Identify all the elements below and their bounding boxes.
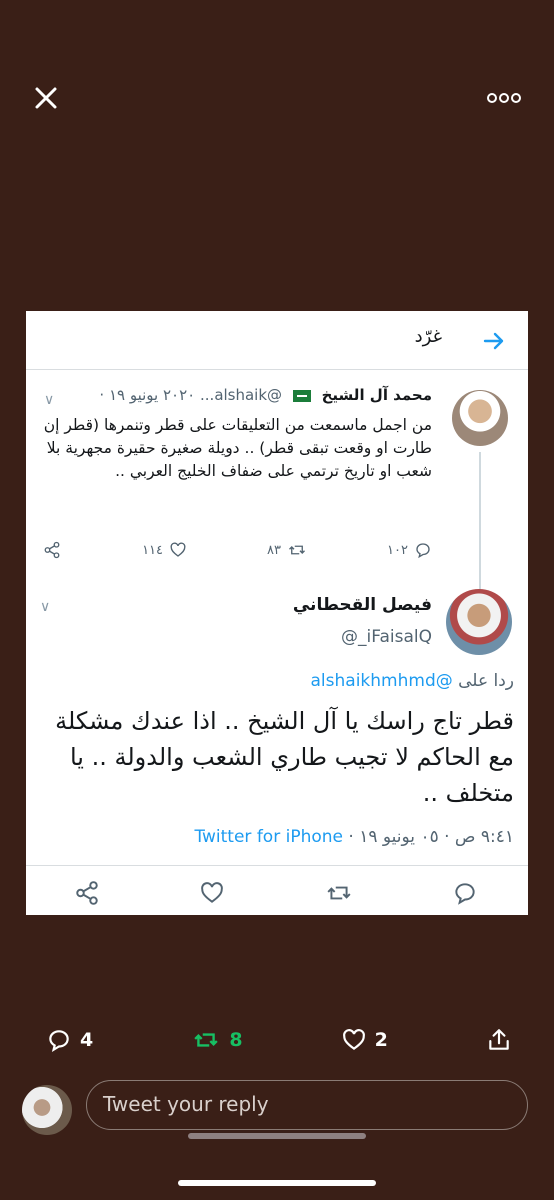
share-button[interactable] bbox=[486, 1027, 512, 1053]
saudi-flag-icon bbox=[292, 389, 311, 402]
share-icon bbox=[44, 541, 60, 559]
timestamp-label: ٩:٤١ ص · ٠٥ يونيو ١٩ · bbox=[348, 827, 514, 847]
tweet-action-bar: 4 8 2 bbox=[46, 1022, 512, 1058]
home-indicator[interactable] bbox=[178, 1180, 376, 1186]
tweet-timestamp: ٩:٤١ ص · ٠٥ يونيو ١٩ · Twitter for iPhon… bbox=[194, 827, 514, 847]
more-horizontal-icon[interactable] bbox=[484, 86, 524, 110]
share-icon bbox=[76, 881, 98, 905]
retweet-icon bbox=[327, 886, 351, 900]
chevron-down-icon: ∨ bbox=[40, 599, 51, 615]
like-button[interactable]: 2 bbox=[341, 1027, 388, 1053]
original-tweet: محمد آل الشيخ @alshaik... ٢٠٢٠ يونيو ١٩ … bbox=[26, 370, 528, 632]
reply-icon bbox=[416, 543, 430, 559]
reply-count-label: ١٠٢ bbox=[387, 542, 408, 558]
replying-to: ردا على @alshaikhmhmd bbox=[311, 671, 514, 691]
original-tweet-actions: ١٠٢ ٨٣ ١١٤ bbox=[42, 538, 432, 562]
like-count-label: 2 bbox=[374, 1029, 388, 1051]
divider bbox=[26, 865, 528, 866]
avatar bbox=[446, 589, 512, 655]
tweet-text: قطر تاج راسك يا آل الشيخ .. اذا عندك مشك… bbox=[55, 707, 514, 807]
tweet-date: ٢٠٢٠ يونيو ١٩ · bbox=[99, 386, 196, 404]
author-handle: @alshaik... bbox=[200, 386, 283, 404]
share-action bbox=[42, 541, 62, 559]
replying-to-handle: @alshaikhmhmd bbox=[310, 671, 453, 691]
reply-count-label: 4 bbox=[80, 1029, 94, 1051]
author-name: محمد آل الشيخ bbox=[321, 386, 432, 404]
tweet-screenshot-image[interactable]: غرّد محمد آل الشيخ @alshaik... ٢٠٢٠ يوني… bbox=[26, 311, 528, 915]
reply-count: ١٠٢ bbox=[387, 541, 432, 559]
screenshot-header: غرّد bbox=[26, 311, 528, 370]
header-title: غرّد bbox=[414, 326, 442, 347]
tweet-reply-input[interactable]: Tweet your reply bbox=[86, 1080, 528, 1130]
heart-icon bbox=[342, 1029, 365, 1050]
replying-to-label: ردا على bbox=[458, 671, 514, 691]
share-upload-icon bbox=[489, 1029, 509, 1050]
like-count: ١١٤ bbox=[142, 541, 187, 559]
reply-composer: Tweet your reply bbox=[22, 1080, 532, 1136]
arrow-right-icon bbox=[483, 332, 504, 350]
retweet-count: ٨٣ bbox=[267, 541, 307, 559]
close-icon[interactable] bbox=[32, 84, 60, 112]
like-count-label: ١١٤ bbox=[142, 542, 164, 558]
reply-tweet: فيصل القحطاني @_iFaisalQ ∨ ردا على @alsh… bbox=[26, 581, 528, 915]
reply-tweet-actions bbox=[74, 879, 478, 907]
chevron-down-icon: ∨ bbox=[44, 392, 55, 408]
heart-icon bbox=[201, 882, 224, 903]
original-tweet-meta: محمد آل الشيخ @alshaik... ٢٠٢٠ يونيو ١٩ … bbox=[42, 386, 432, 404]
avatar bbox=[22, 1085, 72, 1135]
reply-icon bbox=[455, 883, 475, 905]
retweet-count-label: 8 bbox=[229, 1029, 243, 1051]
reply-icon bbox=[49, 1030, 69, 1053]
viewer-top-bar bbox=[0, 0, 554, 200]
author-handle: @_iFaisalQ bbox=[341, 627, 432, 647]
avatar bbox=[452, 390, 508, 446]
client-label: Twitter for iPhone bbox=[194, 827, 343, 847]
reply-button[interactable]: 4 bbox=[46, 1027, 93, 1053]
author-name: فيصل القحطاني bbox=[292, 595, 432, 615]
heart-icon bbox=[170, 542, 186, 557]
retweet-count-label: ٨٣ bbox=[267, 542, 282, 558]
scroll-indicator bbox=[188, 1133, 366, 1139]
tweet-text: من اجمل ماسمعت من التعليقات على قطر وتنم… bbox=[43, 416, 432, 480]
retweet-button[interactable]: 8 bbox=[191, 1027, 243, 1053]
retweet-icon bbox=[289, 545, 305, 555]
retweet-icon bbox=[194, 1033, 219, 1047]
